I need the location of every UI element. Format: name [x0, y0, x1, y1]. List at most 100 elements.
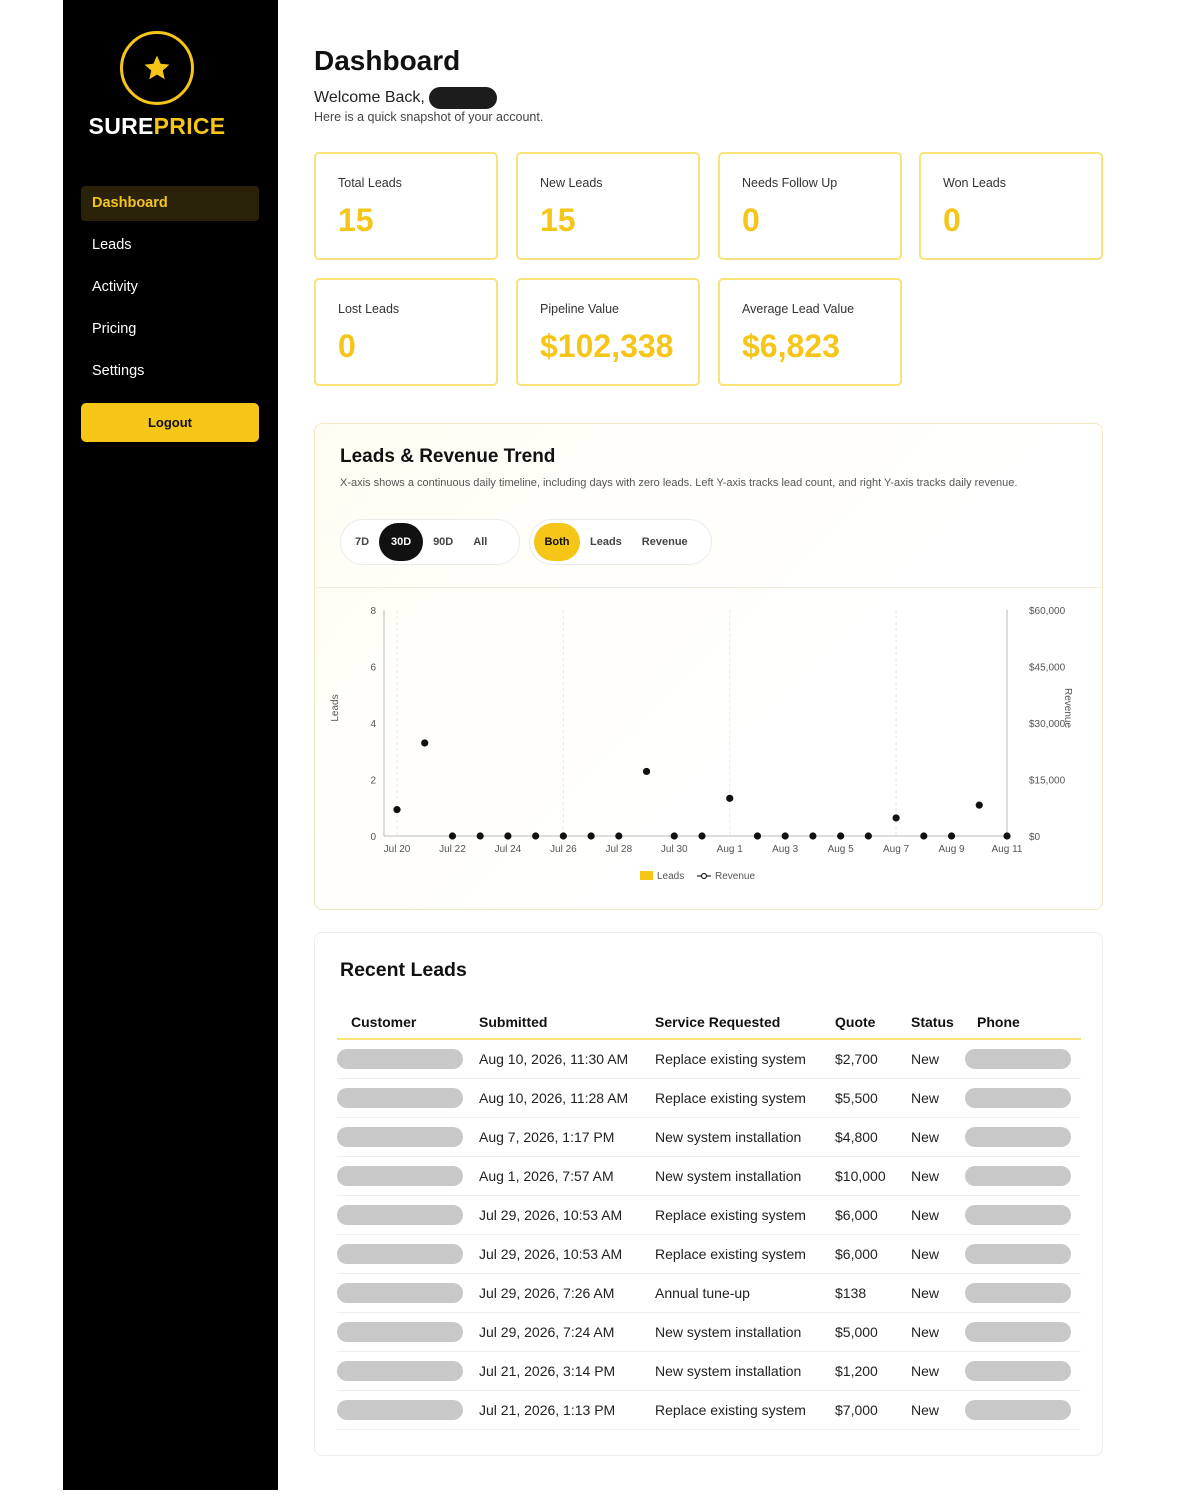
revenue-data-point	[809, 832, 817, 840]
service-cell: Replace existing system	[643, 1078, 823, 1118]
table-row[interactable]: Jul 21, 2026, 3:14 PM New system installa…	[337, 1351, 1081, 1391]
redacted-phone-number	[965, 1360, 1071, 1381]
quote-cell: $6,000	[823, 1234, 899, 1274]
table-row[interactable]: Jul 29, 2026, 10:53 AM Replace existing s…	[337, 1195, 1081, 1235]
table-row[interactable]: Aug 10, 2026, 11:30 AM Replace existing s…	[337, 1039, 1081, 1079]
recent-leads-panel: Recent Leads Customer Submitted Service …	[314, 932, 1103, 1456]
phone-cell	[965, 1273, 1081, 1313]
redacted-customer-name	[337, 1165, 463, 1186]
right-axis-tick-label: $0	[1029, 832, 1041, 843]
page-title: Dashboard	[314, 45, 461, 76]
revenue-data-point	[532, 832, 540, 840]
page-subtitle: Here is a quick snapshot of your account…	[314, 110, 544, 124]
redacted-phone-number	[965, 1321, 1071, 1342]
logout-button[interactable]: Logout	[81, 403, 259, 442]
redacted-phone-number	[965, 1399, 1071, 1420]
quote-cell: $7,000	[823, 1390, 899, 1430]
mode-revenue-button[interactable]: Revenue	[632, 523, 698, 561]
phone-cell	[965, 1351, 1081, 1391]
service-cell: Replace existing system	[643, 1039, 823, 1079]
legend-revenue-label: Revenue	[715, 871, 755, 882]
revenue-data-point	[670, 832, 678, 840]
status-cell: New	[899, 1078, 965, 1118]
stat-label: Pipeline Value	[540, 302, 619, 316]
mode-leads-button[interactable]: Leads	[580, 523, 632, 561]
stat-value: 0	[338, 328, 356, 364]
sidebar-item-activity[interactable]: Activity	[81, 270, 259, 305]
trend-panel: Leads & Revenue Trend X-axis shows a con…	[314, 423, 1103, 910]
trend-title: Leads & Revenue Trend	[340, 446, 556, 467]
column-header-quote[interactable]: Quote	[823, 1005, 899, 1040]
revenue-data-point	[837, 832, 845, 840]
revenue-data-point	[726, 794, 734, 802]
table-row[interactable]: Jul 29, 2026, 7:26 AM Annual tune-up $138 N…	[337, 1273, 1081, 1313]
range-7d-button[interactable]: 7D	[345, 523, 379, 561]
customer-cell	[337, 1351, 467, 1391]
column-header-phone[interactable]: Phone	[965, 1005, 1081, 1040]
service-cell: Replace existing system	[643, 1195, 823, 1235]
x-axis-tick-label: Aug 11	[992, 844, 1023, 855]
redacted-phone-number	[965, 1204, 1071, 1225]
range-90d-button[interactable]: 90D	[423, 523, 463, 561]
service-cell: New system installation	[643, 1117, 823, 1157]
service-cell: New system installation	[643, 1156, 823, 1196]
redacted-customer-name	[337, 1048, 463, 1069]
stat-value: 15	[540, 202, 576, 238]
quote-cell: $2,700	[823, 1039, 899, 1079]
stat-card-won-leads: Won Leads 0	[919, 152, 1103, 260]
submitted-cell: Jul 21, 2026, 1:13 PM	[467, 1390, 643, 1430]
table-row[interactable]: Jul 29, 2026, 7:24 AM New system installa…	[337, 1312, 1081, 1352]
revenue-data-point	[642, 767, 651, 776]
column-header-status[interactable]: Status	[899, 1005, 965, 1040]
revenue-data-point	[421, 739, 429, 747]
phone-cell	[965, 1039, 1081, 1079]
submitted-cell: Jul 29, 2026, 7:26 AM	[467, 1273, 643, 1313]
customer-cell	[337, 1273, 467, 1313]
submitted-cell: Aug 10, 2026, 11:28 AM	[467, 1078, 643, 1118]
sidebar-item-pricing[interactable]: Pricing	[81, 312, 259, 347]
sidebar: SUREPRICE Dashboard Leads Activity Prici…	[63, 0, 278, 1490]
quote-cell: $138	[823, 1273, 899, 1313]
submitted-cell: Jul 29, 2026, 10:53 AM	[467, 1234, 643, 1274]
quote-cell: $6,000	[823, 1195, 899, 1235]
recent-leads-table: Customer Submitted Service Requested Quo…	[337, 1005, 1081, 1430]
status-cell: New	[899, 1195, 965, 1235]
redacted-phone-number	[965, 1243, 1071, 1264]
sidebar-item-leads[interactable]: Leads	[81, 228, 259, 263]
status-cell: New	[899, 1117, 965, 1157]
column-header-service[interactable]: Service Requested	[643, 1005, 823, 1040]
range-30d-button[interactable]: 30D	[379, 523, 424, 561]
right-axis-tick-label: $30,000	[1029, 719, 1066, 730]
status-cell: New	[899, 1156, 965, 1196]
status-cell: New	[899, 1351, 965, 1391]
redacted-phone-number	[965, 1048, 1071, 1069]
revenue-data-point	[615, 832, 623, 840]
table-row[interactable]: Aug 7, 2026, 1:17 PM New system installat…	[337, 1117, 1081, 1157]
x-axis-tick-label: Aug 3	[772, 844, 799, 855]
chart-divider	[315, 587, 1102, 588]
mode-both-button[interactable]: Both	[534, 523, 580, 561]
table-row[interactable]: Aug 1, 2026, 7:57 AM New system installat…	[337, 1156, 1081, 1196]
range-all-button[interactable]: All	[463, 523, 497, 561]
submitted-cell: Aug 7, 2026, 1:17 PM	[467, 1117, 643, 1157]
phone-cell	[965, 1195, 1081, 1235]
table-header-row: Customer Submitted Service Requested Quo…	[337, 1005, 1081, 1040]
service-cell: Replace existing system	[643, 1234, 823, 1274]
stat-value: 15	[338, 202, 374, 238]
phone-cell	[965, 1390, 1081, 1430]
column-header-submitted[interactable]: Submitted	[467, 1005, 643, 1040]
sidebar-item-settings[interactable]: Settings	[81, 354, 259, 389]
table-row[interactable]: Jul 21, 2026, 1:13 PM Replace existing sy…	[337, 1390, 1081, 1430]
left-axis-tick-label: 2	[370, 776, 376, 787]
brand-name-part2: PRICE	[153, 113, 226, 139]
service-cell: New system installation	[643, 1351, 823, 1391]
table-row[interactable]: Aug 10, 2026, 11:28 AM Replace existing s…	[337, 1078, 1081, 1118]
column-header-customer[interactable]: Customer	[337, 1005, 467, 1040]
sidebar-item-dashboard[interactable]: Dashboard	[81, 186, 259, 221]
table-row[interactable]: Jul 29, 2026, 10:53 AM Replace existing s…	[337, 1234, 1081, 1274]
service-cell: New system installation	[643, 1312, 823, 1352]
x-axis-tick-label: Aug 1	[717, 844, 744, 855]
quote-cell: $5,500	[823, 1078, 899, 1118]
quote-cell: $5,000	[823, 1312, 899, 1352]
revenue-data-point	[753, 832, 762, 840]
